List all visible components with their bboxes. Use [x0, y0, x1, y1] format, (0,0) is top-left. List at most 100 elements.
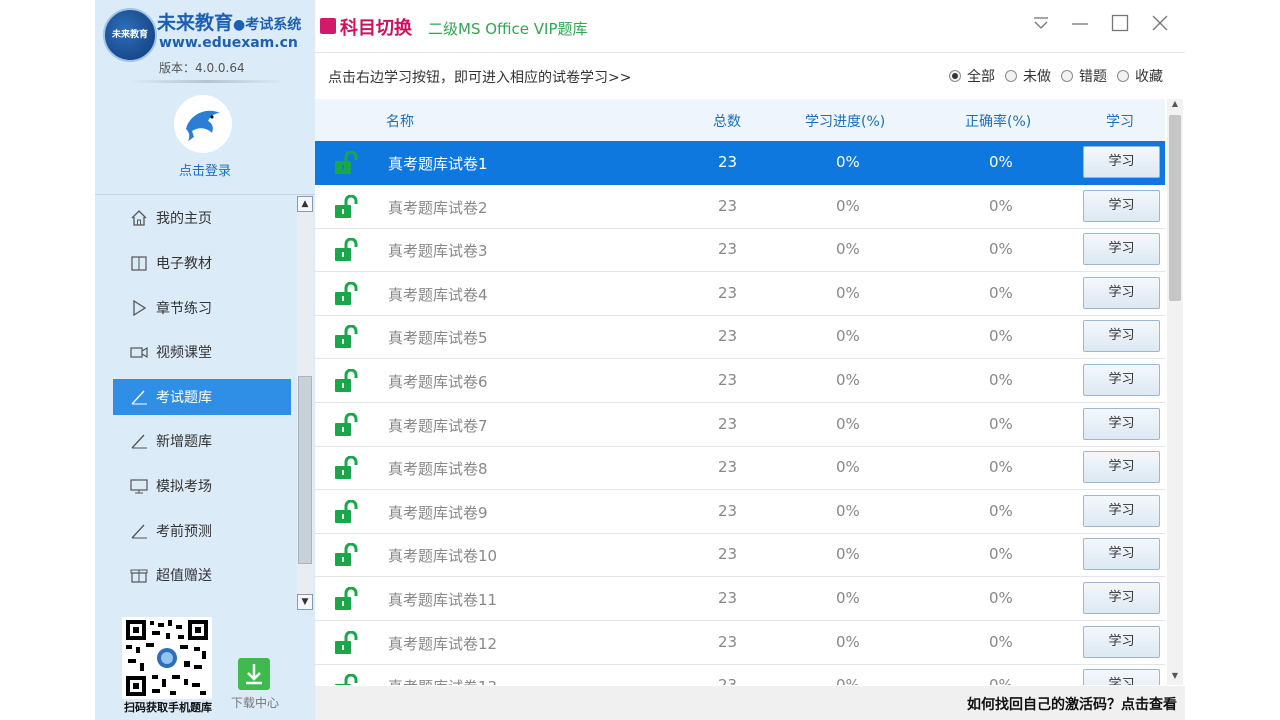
unlock-icon [334, 150, 362, 179]
subject-switch-button[interactable]: 科目切换 [340, 14, 412, 40]
table-row[interactable]: 真考题库试卷1 23 0% 0% 学习 [315, 141, 1165, 185]
unlock-icon [334, 499, 362, 528]
main-panel: 科目切换 二级MS Office VIP题库 点击右边学习按钮，即可进入相应的试… [315, 0, 1185, 720]
accuracy-value: 0% [989, 196, 1013, 215]
filter-undone[interactable]: 未做 [1005, 66, 1051, 86]
sidebar: 未来教育 未来教育●考试系统 www.eduexam.cn 版本：4.0.0.6… [95, 0, 315, 720]
scroll-thumb[interactable] [298, 376, 312, 564]
total-count: 23 [718, 545, 738, 564]
qr-label: 扫码获取手机题库 [124, 701, 212, 714]
table-row[interactable]: 真考题库试卷12 23 0% 0% 学习 [315, 621, 1165, 665]
radio-icon[interactable] [1061, 70, 1073, 82]
study-button[interactable]: 学习 [1083, 276, 1160, 309]
table-row[interactable]: 真考题库试卷4 23 0% 0% 学习 [315, 272, 1165, 316]
sidebar-item-new-bank[interactable]: 新增题库 [113, 423, 291, 459]
table-row[interactable]: 真考题库试卷9 23 0% 0% 学习 [315, 490, 1165, 534]
study-button[interactable]: 学习 [1083, 625, 1160, 658]
sidebar-scrollbar[interactable]: ▲ ▼ [297, 196, 313, 610]
sidebar-item-home[interactable]: 我的主页 [113, 200, 291, 236]
total-count: 23 [718, 196, 738, 215]
exam-name: 真考题库试卷10 [388, 547, 498, 566]
radio-icon[interactable] [1005, 70, 1017, 82]
progress-value: 0% [836, 632, 860, 651]
radio-icon[interactable] [1117, 70, 1129, 82]
sidebar-item-mock-exam[interactable]: 模拟考场 [113, 468, 291, 504]
unlock-icon [334, 673, 362, 685]
table-row[interactable]: 真考题库试卷2 23 0% 0% 学习 [315, 185, 1165, 229]
study-button[interactable]: 学习 [1083, 538, 1160, 571]
exam-name: 真考题库试卷12 [388, 634, 498, 653]
brand-url: www.eduexam.cn [159, 35, 298, 51]
download-icon[interactable] [238, 658, 270, 690]
progress-value: 0% [836, 676, 860, 685]
table-row[interactable]: 真考题库试卷7 23 0% 0% 学习 [315, 403, 1165, 447]
table-scrollbar[interactable]: ▲ ▼ [1167, 99, 1183, 685]
download-center-link[interactable]: 下载中心 [225, 694, 285, 711]
unlock-icon [334, 324, 362, 353]
table-row[interactable]: 真考题库试卷10 23 0% 0% 学习 [315, 533, 1165, 578]
study-button[interactable]: 学习 [1083, 669, 1160, 685]
sidebar-item-label: 考前预测 [156, 524, 212, 540]
accuracy-value: 0% [989, 240, 1013, 259]
exam-name: 真考题库试卷13 [388, 676, 497, 685]
table-row[interactable]: 真考题库试卷13 23 0% 0% 学习 [315, 664, 1165, 685]
table-row[interactable]: 真考题库试卷3 23 0% 0% 学习 [315, 228, 1165, 273]
table-row[interactable]: 真考题库试卷5 23 0% 0% 学习 [315, 315, 1165, 360]
table-row[interactable]: 真考题库试卷6 23 0% 0% 学习 [315, 359, 1165, 403]
scroll-thumb[interactable] [1169, 115, 1181, 301]
maximize-icon[interactable] [1108, 14, 1132, 38]
study-button[interactable]: 学习 [1083, 233, 1160, 266]
sidebar-item-ebook[interactable]: 电子教材 [113, 245, 291, 281]
close-icon[interactable] [1148, 14, 1172, 38]
sidebar-item-gifts[interactable]: 超值赠送 [113, 557, 291, 593]
dolphin-icon [186, 110, 220, 141]
total-count: 23 [718, 153, 738, 171]
avatar[interactable] [174, 95, 232, 153]
switch-icon[interactable] [320, 18, 336, 34]
accuracy-value: 0% [989, 327, 1013, 346]
exam-name: 真考题库试卷3 [388, 242, 488, 261]
study-button[interactable]: 学习 [1083, 451, 1160, 484]
unlock-icon [334, 586, 362, 615]
radio-icon[interactable] [949, 70, 961, 82]
table-row[interactable]: 真考题库试卷8 23 0% 0% 学习 [315, 446, 1165, 491]
study-button[interactable]: 学习 [1083, 364, 1160, 396]
accuracy-value: 0% [989, 501, 1013, 520]
progress-value: 0% [836, 240, 860, 259]
sidebar-item-chapter-practice[interactable]: 章节练习 [113, 290, 291, 326]
scroll-down-icon[interactable]: ▼ [297, 594, 313, 610]
table-row[interactable]: 真考题库试卷11 23 0% 0% 学习 [315, 577, 1165, 621]
accuracy-value: 0% [989, 371, 1013, 389]
video-icon [128, 341, 150, 363]
study-button[interactable]: 学习 [1083, 320, 1160, 353]
pen-icon [128, 386, 150, 408]
menu-dropdown-icon[interactable] [1029, 14, 1053, 38]
study-button[interactable]: 学习 [1083, 582, 1160, 614]
scroll-down-icon[interactable]: ▼ [1167, 671, 1183, 685]
filter-wrong[interactable]: 错题 [1061, 66, 1107, 86]
scroll-up-icon[interactable]: ▲ [297, 196, 313, 212]
pen-icon [128, 520, 150, 542]
study-button[interactable]: 学习 [1083, 407, 1160, 440]
filter-favorites[interactable]: 收藏 [1117, 66, 1163, 86]
exam-name: 真考题库试卷9 [388, 503, 488, 522]
instruction-text: 点击右边学习按钮，即可进入相应的试卷学习>> [328, 70, 632, 86]
study-button[interactable]: 学习 [1083, 494, 1160, 527]
minimize-icon[interactable] [1068, 14, 1092, 38]
activation-code-help-link[interactable]: 如何找回自己的激活码？点击查看 [967, 694, 1177, 714]
progress-value: 0% [836, 414, 860, 433]
sidebar-item-video[interactable]: 视频课堂 [113, 334, 291, 370]
sidebar-item-label: 电子教材 [156, 256, 212, 272]
book-icon [128, 252, 150, 274]
filter-all[interactable]: 全部 [949, 66, 995, 86]
exam-name: 真考题库试卷6 [388, 373, 488, 391]
login-link[interactable]: 点击登录 [95, 160, 315, 179]
scroll-up-icon[interactable]: ▲ [1167, 99, 1183, 113]
unlock-icon [334, 237, 362, 266]
brand-logo: 未来教育 [103, 8, 157, 62]
study-button[interactable]: 学习 [1083, 189, 1160, 222]
sidebar-item-exam-bank[interactable]: 考试题库 [113, 379, 291, 415]
study-button[interactable]: 学习 [1083, 146, 1160, 178]
sidebar-item-prediction[interactable]: 考前预测 [113, 513, 291, 549]
sidebar-item-label: 模拟考场 [156, 479, 212, 495]
